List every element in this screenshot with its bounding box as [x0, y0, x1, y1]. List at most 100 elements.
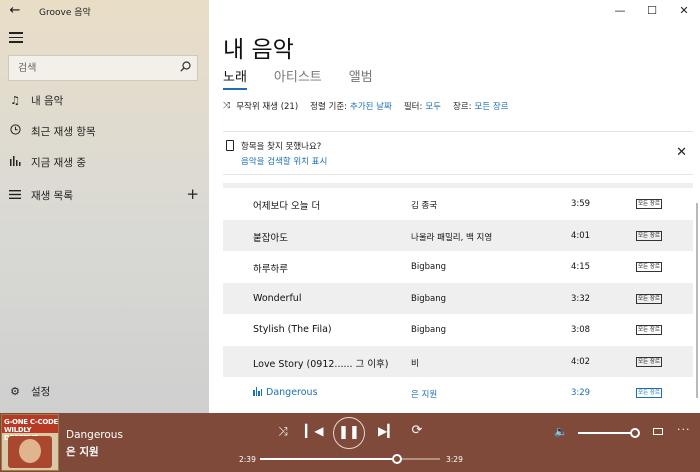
pause-button[interactable]: ❚❚: [333, 417, 365, 449]
table-row[interactable]: Stylish (The Fila) Bigbang 3:08 모든 장르: [223, 314, 693, 346]
seek-thumb[interactable]: [391, 454, 402, 464]
current-time: 2:39: [239, 455, 256, 464]
genre-label: 장르:: [452, 102, 472, 112]
repeat-icon: ⟳: [411, 423, 423, 438]
table-row[interactable]: Love Story (0912...... 그 이후) 비 4:02 모든 장…: [223, 345, 693, 377]
track-genre: 모든 장르: [636, 262, 662, 272]
genre-dropdown[interactable]: 모든 장르: [475, 100, 509, 112]
sort-label: 정렬 기준:: [310, 102, 348, 112]
seek-slider[interactable]: [260, 454, 440, 464]
shuffle-all-button[interactable]: 무작위 재생 (21): [236, 100, 298, 112]
minimize-button[interactable]: —: [604, 0, 636, 22]
hamburger-menu-icon[interactable]: [9, 32, 23, 43]
clock-icon: [9, 124, 21, 138]
scrollbar[interactable]: [696, 203, 698, 398]
shuffle-icon: ⤨: [278, 424, 288, 438]
back-arrow-icon: ←: [9, 3, 21, 18]
total-time: 3:29: [446, 455, 463, 464]
track-genre: 모든 장르: [636, 293, 662, 304]
miniplayer-icon[interactable]: [653, 428, 663, 435]
previous-icon: ▎◀: [305, 424, 324, 438]
filter-dropdown[interactable]: 모두: [425, 100, 441, 112]
track-artist[interactable]: Bigbang: [411, 262, 446, 272]
filter-bar: ⤨ 무작위 재생 (21) 정렬 기준: 추가된 날짜 필터: 모두 장르: 모…: [223, 100, 508, 112]
app-title: Groove 음악: [39, 8, 91, 18]
sidebar-item-label: 지금 재생 중: [31, 156, 86, 169]
notice-title: 항목을 찾지 못했나요?: [241, 142, 322, 152]
now-playing-title[interactable]: Dangerous: [66, 429, 123, 441]
table-row-now-playing[interactable]: Dangerous 은 지원 3:29 모든 장르: [223, 377, 693, 409]
sidebar-item-label: 내 음악: [31, 94, 64, 107]
window-controls: — ☐ ✕: [604, 0, 700, 22]
pause-icon: ❚❚: [338, 425, 360, 440]
next-button[interactable]: ▶▎: [378, 424, 396, 438]
now-playing-artist[interactable]: 은 지원: [66, 444, 99, 459]
choose-folders-link[interactable]: 음악을 검색할 위치 표시: [241, 155, 327, 167]
maximize-icon: ☐: [647, 4, 657, 17]
track-title-text: Dangerous: [266, 387, 318, 398]
sidebar: ← Groove 음악 ♫ 내 음악 최근 재생 항목 지금 재생 중 재생 목…: [0, 0, 209, 413]
sort-dropdown[interactable]: 추가된 날짜: [350, 100, 392, 112]
playlist-icon: [9, 189, 21, 202]
volume-thumb[interactable]: [630, 428, 640, 438]
add-playlist-button[interactable]: +: [186, 186, 199, 202]
track-title: Stylish (The Fila): [253, 324, 332, 335]
sidebar-item-label: 최근 재생 항목: [31, 125, 96, 138]
previous-button[interactable]: ▎◀: [305, 424, 324, 438]
close-icon[interactable]: ✕: [676, 145, 687, 160]
track-artist[interactable]: 비: [411, 357, 419, 369]
shuffle-icon[interactable]: ⤨: [223, 101, 230, 111]
track-title: Wonderful: [253, 292, 302, 304]
table-row[interactable]: 어제보다 오늘 더 김 종국 3:59 모든 장르: [223, 188, 693, 220]
track-list: 어제보다 오늘 더 김 종국 3:59 모든 장르 붙잡아도 나울라 패밀리, …: [223, 183, 693, 413]
sidebar-item-settings[interactable]: ⚙ 설정: [0, 377, 209, 405]
sidebar-item-my-music[interactable]: ♫ 내 음악: [0, 86, 209, 114]
tab-bar: 노래 아티스트 앨범: [223, 66, 400, 90]
track-title: 어제보다 오늘 더: [253, 201, 321, 212]
close-icon: ✕: [679, 4, 689, 17]
track-genre: 모든 장르: [636, 230, 662, 241]
table-row[interactable]: Wonderful Bigbang 3:32 모든 장르: [223, 282, 693, 314]
volume-fill: [578, 432, 635, 434]
search-input[interactable]: [9, 56, 173, 80]
search-box: [8, 55, 198, 81]
track-artist[interactable]: Bigbang: [411, 294, 446, 304]
tab-artists[interactable]: 아티스트: [274, 66, 322, 90]
table-row[interactable]: 붙잡아도 나울라 패밀리, 백 지영 4:01 모든 장르: [223, 219, 693, 251]
search-icon[interactable]: [173, 61, 197, 75]
track-duration: 3:29: [571, 388, 591, 398]
track-genre: 모든 장르: [636, 199, 662, 209]
track-title: Love Story (0912...... 그 이후): [253, 358, 389, 370]
volume-slider[interactable]: [578, 428, 640, 438]
back-button[interactable]: ←: [6, 3, 24, 19]
missing-items-notice: 항목을 찾지 못했나요? 음악을 검색할 위치 표시 ✕: [223, 131, 693, 175]
track-artist[interactable]: Bigbang: [411, 325, 446, 335]
track-artist[interactable]: 은 지원: [411, 388, 437, 400]
minimize-icon: —: [614, 4, 626, 17]
sidebar-item-now-playing[interactable]: 지금 재생 중: [0, 148, 209, 176]
filter-label: 필터:: [403, 102, 423, 112]
track-title: 하루하루: [253, 264, 288, 275]
player-bar: G-ONE C-CODE WILDLY DESERVE Dangerous 은 …: [0, 413, 700, 472]
tab-songs[interactable]: 노래: [223, 66, 247, 90]
track-artist[interactable]: 나울라 패밀리, 백 지영: [411, 231, 492, 243]
track-duration: 3:32: [571, 293, 591, 304]
table-row[interactable]: 하루하루 Bigbang 4:15 모든 장르: [223, 251, 693, 283]
tab-albums[interactable]: 앨범: [349, 66, 373, 90]
close-window-button[interactable]: ✕: [668, 0, 700, 22]
volume-icon[interactable]: 🔈: [554, 425, 568, 438]
equalizer-icon: [9, 155, 21, 169]
track-title: Dangerous: [253, 387, 318, 399]
device-icon: [226, 140, 234, 151]
repeat-button[interactable]: ⟳: [409, 423, 425, 438]
album-art[interactable]: G-ONE C-CODE WILDLY DESERVE: [1, 414, 59, 471]
titlebar-left: ← Groove 음악: [0, 0, 209, 22]
sidebar-item-playlists[interactable]: 재생 목록 +: [0, 181, 209, 209]
track-artist[interactable]: 김 종국: [411, 199, 437, 211]
maximize-button[interactable]: ☐: [636, 0, 668, 22]
shuffle-button[interactable]: ⤨: [275, 424, 291, 439]
track-duration: 4:02: [571, 356, 591, 367]
track-duration: 3:59: [571, 199, 591, 209]
more-options-icon[interactable]: ···: [677, 423, 691, 436]
sidebar-item-recent[interactable]: 최근 재생 항목: [0, 117, 209, 145]
